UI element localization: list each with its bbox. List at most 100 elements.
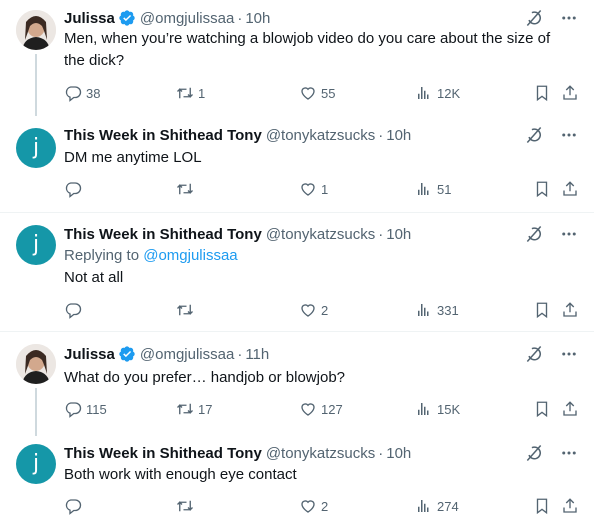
like-count: 1 — [321, 181, 329, 197]
author-handle[interactable]: @omgjulissaa — [140, 346, 234, 363]
bookmark-icon — [536, 302, 548, 319]
tweet-text: Not at all — [64, 269, 124, 286]
retweet-button[interactable] — [176, 177, 198, 201]
retweet-button[interactable]: 17 — [176, 397, 212, 421]
bookmark-button[interactable] — [533, 177, 551, 201]
tweet-2[interactable]: j This Week in Shithead Tony @tonykatzsu… — [0, 114, 594, 212]
tweet-top-icons — [524, 443, 578, 463]
retweet-icon — [177, 304, 193, 316]
author-handle[interactable]: @tonykatzsucks — [266, 226, 375, 243]
author-name[interactable]: This Week in Shithead Tony — [64, 226, 262, 243]
views-icon — [418, 403, 429, 415]
grok-icon[interactable] — [524, 443, 544, 463]
share-icon — [563, 85, 577, 100]
reply-button[interactable] — [64, 494, 86, 518]
avatar-tony[interactable]: j — [16, 225, 56, 265]
thread-line — [35, 388, 37, 436]
share-button[interactable] — [561, 177, 579, 201]
retweet-icon — [177, 403, 193, 415]
tweet-text: What do you prefer… handjob or blowjob? — [64, 369, 346, 386]
more-icon[interactable] — [560, 345, 578, 363]
grok-icon[interactable] — [524, 8, 544, 28]
author-name[interactable]: This Week in Shithead Tony — [64, 445, 262, 462]
tweet-actions: 2 274 — [64, 494, 580, 518]
tweet-3[interactable]: j This Week in Shithead Tony @tonykatzsu… — [0, 213, 594, 331]
tweet-top-icons — [524, 344, 578, 364]
reply-icon — [65, 402, 82, 418]
share-button[interactable] — [561, 397, 579, 421]
views-icon — [418, 304, 429, 316]
timestamp[interactable]: 11h — [245, 346, 269, 363]
like-icon — [301, 183, 315, 196]
share-button[interactable] — [561, 298, 579, 322]
bookmark-button[interactable] — [533, 397, 551, 421]
like-button[interactable]: 1 — [299, 177, 328, 201]
replying-prefix: Replying to — [64, 247, 140, 264]
tweet-actions: 2 331 — [64, 298, 580, 322]
more-icon[interactable] — [560, 126, 578, 144]
replying-to-link[interactable]: @omgjulissaa — [143, 247, 237, 264]
views-button[interactable]: 51 — [415, 177, 451, 201]
avatar-tony[interactable]: j — [16, 444, 56, 484]
grok-icon[interactable] — [524, 224, 544, 244]
author-handle[interactable]: @tonykatzsucks — [266, 445, 375, 462]
share-button[interactable] — [561, 81, 579, 105]
tweet-1[interactable]: Julissa @omgjulissaa · 10h Men, when you… — [0, 0, 594, 116]
more-icon[interactable] — [560, 9, 578, 27]
retweet-button[interactable]: 1 — [176, 81, 205, 105]
share-button[interactable] — [561, 494, 579, 518]
views-button[interactable]: 274 — [415, 494, 459, 518]
avatar-julissa[interactable] — [16, 10, 56, 50]
retweet-icon — [177, 183, 193, 195]
author-name[interactable]: This Week in Shithead Tony — [64, 127, 262, 144]
retweet-button[interactable] — [176, 298, 198, 322]
tweet-4[interactable]: Julissa @omgjulissaa · 11h What do you p… — [0, 332, 594, 436]
like-button[interactable]: 2 — [299, 298, 328, 322]
timestamp[interactable]: 10h — [386, 127, 411, 144]
like-button[interactable]: 55 — [299, 81, 335, 105]
grok-icon[interactable] — [524, 125, 544, 145]
reply-button[interactable] — [64, 298, 86, 322]
author-handle[interactable]: @tonykatzsucks — [266, 127, 375, 144]
avatar-tony[interactable]: j — [16, 128, 56, 168]
author-name[interactable]: Julissa — [64, 10, 115, 27]
more-icon[interactable] — [560, 225, 578, 243]
like-count: 55 — [321, 85, 336, 101]
reply-button[interactable]: 115 — [64, 397, 107, 421]
bookmark-button[interactable] — [533, 494, 551, 518]
like-count: 2 — [321, 302, 329, 318]
grok-icon[interactable] — [524, 344, 544, 364]
timestamp[interactable]: 10h — [386, 445, 411, 462]
reply-button[interactable] — [64, 177, 86, 201]
views-button[interactable]: 12K — [415, 81, 460, 105]
bookmark-button[interactable] — [533, 298, 551, 322]
tweet-header: This Week in Shithead Tony @tonykatzsuck… — [64, 125, 524, 145]
thread-line — [35, 54, 37, 116]
tweet-header: This Week in Shithead Tony @tonykatzsuck… — [64, 224, 524, 244]
share-icon — [563, 181, 577, 196]
views-icon — [418, 183, 429, 195]
author-handle[interactable]: @omgjulissaa — [140, 10, 234, 27]
bookmark-icon — [536, 401, 548, 418]
bookmark-button[interactable] — [533, 81, 551, 105]
timestamp[interactable]: 10h — [386, 226, 411, 243]
share-icon — [563, 401, 577, 416]
retweet-icon — [177, 500, 193, 512]
retweet-button[interactable] — [176, 494, 198, 518]
tweet-header: Julissa @omgjulissaa · 11h — [64, 344, 524, 364]
reply-count: 38 — [86, 85, 101, 101]
retweet-icon — [177, 87, 193, 99]
avatar-julissa[interactable] — [16, 344, 56, 384]
views-button[interactable]: 331 — [415, 298, 459, 322]
reply-button[interactable]: 38 — [64, 81, 100, 105]
share-icon — [563, 302, 577, 317]
like-button[interactable]: 127 — [299, 397, 343, 421]
more-icon[interactable] — [560, 444, 578, 462]
views-count: 51 — [437, 181, 452, 197]
timestamp[interactable]: 10h — [245, 10, 270, 27]
views-icon — [418, 87, 429, 99]
views-button[interactable]: 15K — [415, 397, 460, 421]
like-button[interactable]: 2 — [299, 494, 328, 518]
tweet-5[interactable]: j This Week in Shithead Tony @tonykatzsu… — [0, 433, 594, 525]
author-name[interactable]: Julissa — [64, 346, 115, 363]
